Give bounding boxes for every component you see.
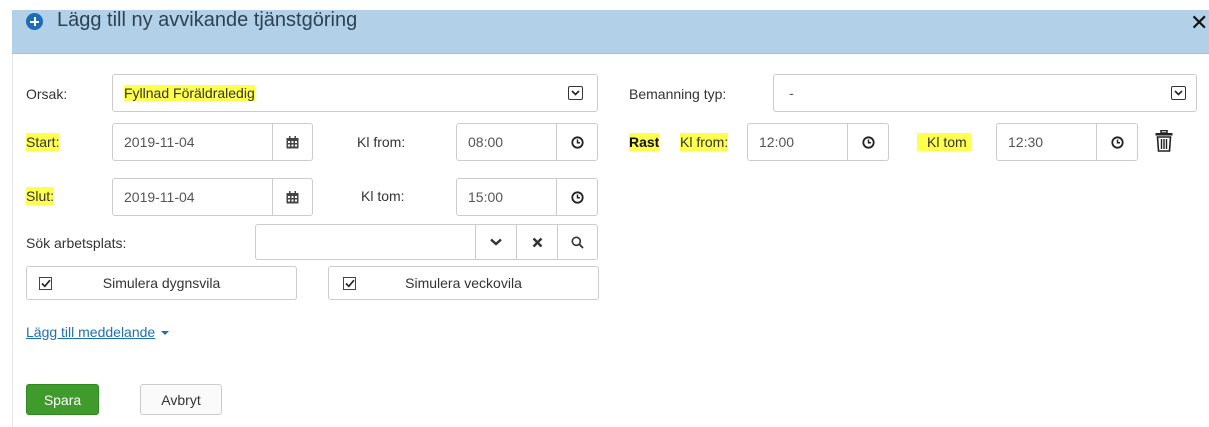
calendar-icon (286, 190, 299, 203)
workplace-clear-button[interactable] (516, 224, 558, 260)
dialog-title: Lägg till ny avvikande tjänstgöring (57, 9, 358, 31)
chevron-down-icon (490, 238, 502, 246)
rast-tom-time-button[interactable] (1096, 123, 1138, 161)
rast-label: Rast (629, 133, 660, 151)
calendar-icon (286, 135, 299, 148)
start-time-input[interactable]: 08:00 (456, 123, 557, 161)
clock-icon (570, 190, 584, 204)
clock-icon (570, 135, 584, 149)
simulate-veckovila-toggle[interactable]: Simulera veckovila (328, 266, 599, 300)
rast-tom-label: Kl tom (917, 133, 971, 151)
start-date-input[interactable]: 2019-11-04 (112, 123, 273, 161)
workplace-label: Sök arbetsplats: (26, 235, 127, 251)
bemanning-select[interactable]: - (773, 74, 1197, 112)
cancel-button[interactable]: Avbryt (140, 384, 222, 415)
bemanning-value: - (789, 85, 794, 101)
orsak-select[interactable]: Fyllnad Föräldraledig (112, 74, 598, 112)
dialog-left-border (12, 54, 13, 427)
search-icon (571, 236, 584, 249)
orsak-value: Fyllnad Föräldraledig (124, 85, 255, 101)
chevron-down-icon (1171, 86, 1186, 100)
bemanning-label: Bemanning typ: (629, 86, 727, 102)
workplace-search-input[interactable] (255, 224, 476, 260)
slut-time-label: Kl tom: (361, 188, 405, 204)
check-icon (343, 277, 356, 290)
slut-date-input[interactable]: 2019-11-04 (112, 178, 273, 216)
rast-from-time-button[interactable] (847, 123, 889, 161)
trash-icon (1155, 129, 1173, 152)
orsak-label: Orsak: (26, 86, 68, 102)
slut-time-button[interactable] (556, 178, 598, 216)
start-label: Start: (26, 133, 60, 151)
simulate-dygnsvila-toggle[interactable]: Simulera dygnsvila (26, 266, 297, 300)
plus-circle-icon (26, 13, 43, 30)
workplace-search-button[interactable] (557, 224, 598, 260)
workplace-dropdown-button[interactable] (475, 224, 517, 260)
slut-calendar-button[interactable] (272, 178, 313, 216)
caret-down-icon (161, 331, 170, 336)
add-message-link[interactable]: Lägg till meddelande (26, 323, 170, 341)
slut-label: Slut: (26, 187, 55, 205)
rast-tom-input[interactable]: 12:30 (996, 123, 1097, 161)
add-message-label: Lägg till meddelande (26, 324, 156, 340)
simulate-veckovila-label: Simulera veckovila (405, 275, 522, 291)
rast-from-input[interactable]: 12:00 (747, 123, 848, 161)
start-calendar-button[interactable] (272, 123, 313, 161)
clock-icon (861, 135, 875, 149)
save-button[interactable]: Spara (26, 384, 99, 415)
chevron-down-icon (568, 86, 583, 100)
clear-icon (532, 237, 542, 247)
rast-from-label: Kl from: (680, 133, 729, 151)
check-icon (39, 277, 52, 290)
slut-time-input[interactable]: 15:00 (456, 178, 557, 216)
clock-icon (1110, 135, 1124, 149)
delete-rast-button[interactable] (1155, 129, 1177, 154)
simulate-dygnsvila-label: Simulera dygnsvila (102, 275, 221, 291)
close-icon[interactable]: ✕ (1190, 13, 1208, 35)
start-time-button[interactable] (556, 123, 598, 161)
start-time-label: Kl from: (357, 134, 406, 150)
